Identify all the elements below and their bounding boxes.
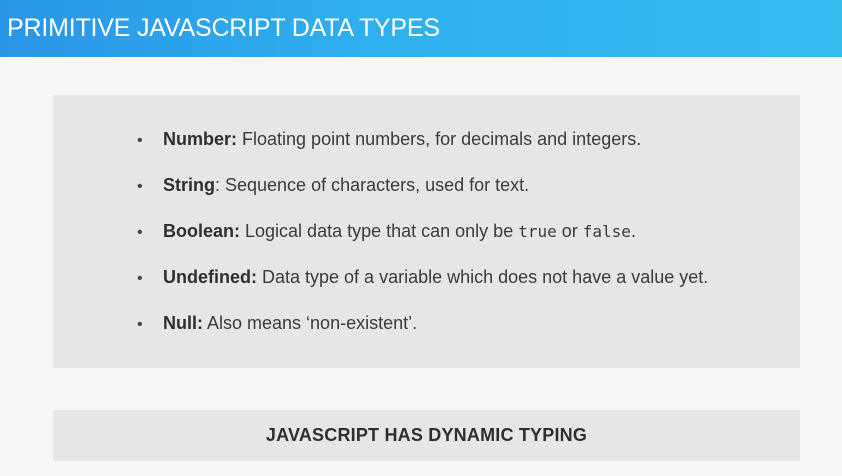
data-types-list: • Number: Floating point numbers, for dec… — [137, 124, 708, 354]
list-item-null: • Null: Also means ‘non-existent’. — [137, 308, 708, 354]
term-description: Logical data type that can only be — [240, 221, 519, 241]
bullet-icon: • — [137, 178, 143, 195]
term-description: Also means ‘non-existent’. — [203, 313, 418, 333]
term-description: Data type of a variable which does not h… — [257, 267, 709, 287]
code-false: false — [582, 222, 631, 241]
footer-panel: JAVASCRIPT HAS DYNAMIC TYPING — [53, 410, 800, 461]
list-item-undefined: • Undefined: Data type of a variable whic… — [137, 262, 708, 308]
list-item-string: • String: Sequence of characters, used fo… — [137, 170, 708, 216]
bullet-icon: • — [137, 316, 143, 333]
title-bar: PRIMITIVE JAVASCRIPT DATA TYPES — [0, 0, 842, 57]
term-description-end: . — [630, 221, 636, 241]
term-label: Number: — [163, 129, 238, 149]
list-item-number: • Number: Floating point numbers, for dec… — [137, 124, 708, 170]
term-description: : Sequence of characters, used for text. — [215, 175, 530, 195]
term-label: String — [163, 175, 215, 195]
code-true: true — [518, 222, 557, 241]
dynamic-typing-banner: JAVASCRIPT HAS DYNAMIC TYPING — [265, 425, 588, 445]
bullet-icon: • — [137, 224, 143, 241]
slide-title: PRIMITIVE JAVASCRIPT DATA TYPES — [7, 14, 440, 42]
term-label: Null: — [163, 313, 203, 333]
bullet-icon: • — [137, 270, 143, 287]
term-description-mid: or — [556, 221, 583, 241]
term-description: Floating point numbers, for decimals and… — [237, 129, 642, 149]
bullet-icon: • — [137, 132, 143, 149]
term-label: Boolean: — [163, 221, 241, 241]
term-label: Undefined: — [163, 267, 257, 287]
list-item-boolean: • Boolean: Logical data type that can onl… — [137, 216, 708, 262]
